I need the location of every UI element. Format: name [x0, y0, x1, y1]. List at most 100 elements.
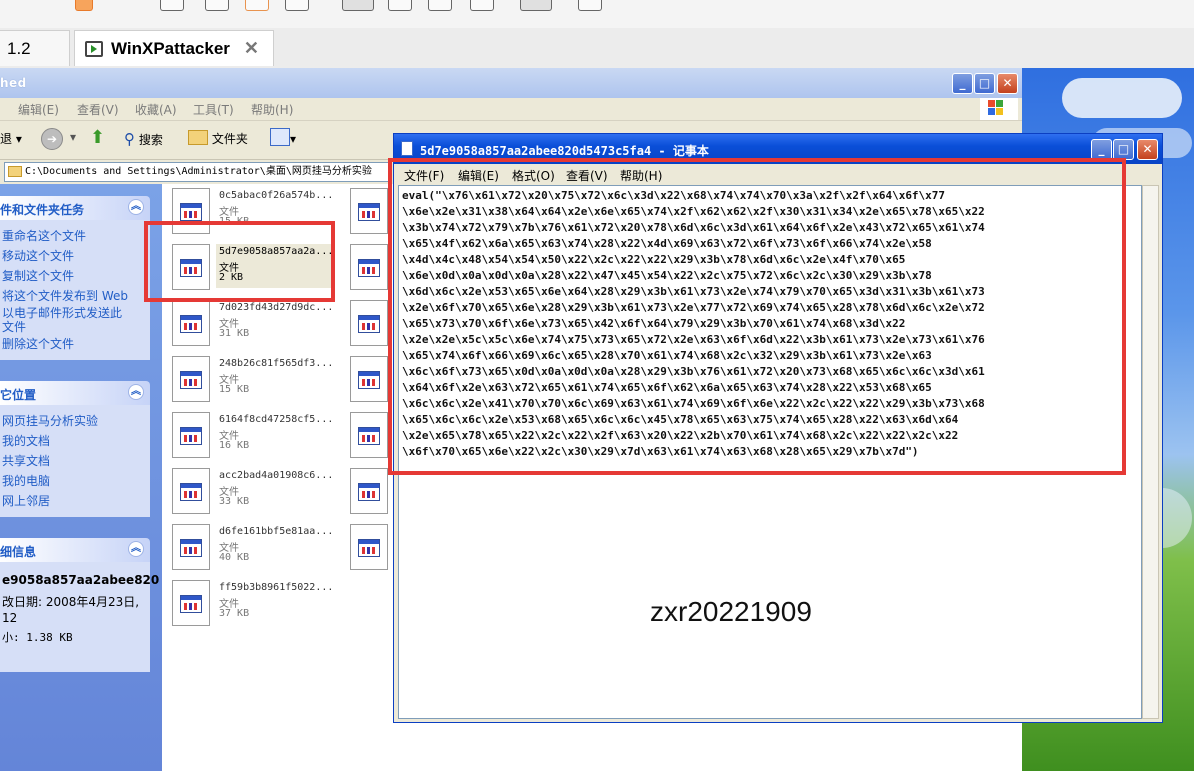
windows-logo-icon	[980, 98, 1018, 120]
library-icon[interactable]	[578, 0, 602, 11]
file-item[interactable]: 248b26c81f565df3... 文件 15 KB	[162, 356, 342, 406]
place-folder[interactable]: 网页挂马分析实验	[2, 411, 150, 431]
maximize-button[interactable]: □	[974, 73, 995, 94]
menu-view[interactable]: 查看(V)	[77, 101, 119, 118]
file-tasks-panel: 件和文件夹任务 ︽ 重命名这个文件 移动这个文件 复制这个文件 将这个文件发布到…	[0, 196, 150, 360]
task-delete[interactable]: 删除这个文件	[2, 334, 150, 354]
file-item-col2[interactable]	[340, 412, 388, 462]
explorer-menubar: ) 编辑(E) 查看(V) 收藏(A) 工具(T) 帮助(H)	[0, 98, 1022, 121]
up-folder-icon[interactable]: ⬆	[90, 127, 105, 148]
file-item-col2[interactable]	[340, 524, 388, 574]
file-item[interactable]: d6fe161bbf5e81aa... 文件 40 KB	[162, 524, 342, 574]
notepad-title: 5d7e9058a857aa2abee820d5473c5fa4 - 记事本	[420, 144, 709, 158]
file-item-col2[interactable]	[340, 356, 388, 406]
search-label: 搜索	[138, 133, 163, 147]
detail-modified: 改日期: 2008年4月23日,	[2, 595, 140, 609]
close-button[interactable]: ✕	[1137, 139, 1158, 160]
file-item[interactable]: acc2bad4a01908c6... 文件 33 KB	[162, 468, 342, 518]
explorer-titlebar[interactable]: hed _ □ ✕	[0, 68, 1022, 98]
tab-winxpattacker[interactable]: WinXPattacker ✕	[74, 30, 274, 66]
file-name: 6164f8cd47258cf5...	[219, 414, 334, 425]
console-icon[interactable]	[388, 0, 412, 11]
unity-icon[interactable]	[470, 0, 494, 11]
place-network[interactable]: 网上邻居	[2, 491, 150, 511]
file-tasks-header[interactable]: 件和文件夹任务 ︽	[0, 196, 150, 220]
fullscreen-icon[interactable]	[428, 0, 452, 11]
file-size: 37 KB	[219, 608, 250, 619]
file-name: 0c5abac0f26a574b...	[219, 190, 334, 201]
place-shared-documents[interactable]: 共享文档	[2, 451, 150, 471]
snapshot-icon[interactable]	[205, 0, 229, 11]
task-email-cont[interactable]: 文件	[2, 320, 150, 334]
revert-icon[interactable]	[245, 0, 269, 11]
folders-button[interactable]: 文件夹	[188, 130, 248, 147]
close-button[interactable]: ✕	[997, 73, 1018, 94]
maximize-button[interactable]: □	[1113, 139, 1134, 160]
detail-modified-time: 12	[2, 611, 18, 625]
detail-size: 小: 1.38 KB	[2, 631, 73, 644]
orange-tool-icon[interactable]	[75, 0, 93, 11]
place-my-documents[interactable]: 我的文档	[2, 431, 150, 451]
panel-title: 件和文件夹任务	[0, 203, 85, 217]
watermark-text: zxr20221909	[650, 596, 812, 627]
task-email[interactable]: 以电子邮件形式发送此	[2, 306, 150, 320]
file-item-col2[interactable]	[340, 244, 388, 294]
address-path: C:\Documents and Settings\Administrator\…	[25, 166, 372, 177]
folder-icon	[8, 166, 22, 177]
highlight-notepad-code	[388, 158, 1126, 475]
task-pane: 件和文件夹任务 ︽ 重命名这个文件 移动这个文件 复制这个文件 将这个文件发布到…	[0, 184, 162, 771]
executable-file-icon	[172, 580, 210, 626]
forward-dropdown-icon[interactable]: ▾	[70, 130, 76, 144]
collapse-icon[interactable]: ︽	[128, 541, 144, 557]
other-places-header[interactable]: 它位置 ︽	[0, 381, 150, 405]
collapse-icon[interactable]: ︽	[128, 199, 144, 215]
file-item[interactable]: 6164f8cd47258cf5... 文件 16 KB	[162, 412, 342, 462]
dropdown-tool-icon[interactable]	[160, 0, 184, 11]
file-item-col2[interactable]	[340, 468, 388, 518]
collapse-icon[interactable]: ︽	[128, 384, 144, 400]
file-item[interactable]: ff59b3b8961f5022... 文件 37 KB	[162, 580, 342, 630]
forward-icon[interactable]: ➔	[41, 128, 63, 150]
file-size: 15 KB	[219, 384, 250, 395]
notepad-icon	[401, 141, 413, 156]
host-toolbar	[0, 0, 1194, 29]
executable-file-icon	[172, 300, 210, 346]
executable-file-icon	[172, 524, 210, 570]
other-places-panel: 它位置 ︽ 网页挂马分析实验 我的文档 共享文档 我的电脑 网上邻居	[0, 381, 150, 517]
close-tab-icon[interactable]: ✕	[244, 38, 259, 59]
highlight-selected-file	[144, 221, 335, 302]
task-copy[interactable]: 复制这个文件	[2, 266, 150, 286]
manage-snapshot-icon[interactable]	[285, 0, 309, 11]
panel-title: 它位置	[0, 388, 37, 402]
file-item-col2[interactable]	[340, 300, 388, 350]
file-name: 7d023fd43d27d9dc...	[219, 302, 334, 313]
folder-icon	[188, 130, 208, 145]
stretch-icon[interactable]	[520, 0, 552, 11]
menu-help[interactable]: 帮助(H)	[251, 101, 293, 118]
back-button[interactable]: 退 ▾	[0, 130, 22, 147]
file-item-col2[interactable]	[340, 188, 388, 238]
search-button[interactable]: ⚲ 搜索	[124, 130, 163, 148]
back-label: 退	[0, 132, 13, 146]
executable-file-icon	[172, 356, 210, 402]
view-icon[interactable]	[342, 0, 374, 11]
file-item[interactable]: 7d023fd43d27d9dc... 文件 31 KB	[162, 300, 342, 350]
details-header[interactable]: 细信息 ︽	[0, 538, 150, 562]
address-field[interactable]: C:\Documents and Settings\Administrator\…	[4, 162, 390, 182]
place-my-computer[interactable]: 我的电脑	[2, 471, 150, 491]
details-panel: 细信息 ︽ e9058a857aa2abee820 改日期: 2008年4月23…	[0, 538, 159, 672]
menu-edit[interactable]: 编辑(E)	[18, 101, 59, 118]
tab-label: WinXPattacker	[111, 38, 230, 58]
minimize-button[interactable]: _	[1091, 139, 1112, 160]
panel-title: 细信息	[0, 545, 37, 559]
task-move[interactable]: 移动这个文件	[2, 246, 150, 266]
menu-favorites[interactable]: 收藏(A)	[135, 101, 177, 118]
views-button[interactable]: ▾	[270, 128, 296, 146]
menu-tools[interactable]: 工具(T)	[193, 101, 234, 118]
task-publish[interactable]: 将这个文件发布到 Web	[2, 286, 150, 306]
task-rename[interactable]: 重命名这个文件	[2, 226, 150, 246]
search-icon: ⚲	[124, 130, 135, 148]
tab-previous-vm[interactable]: 1.2	[0, 30, 70, 66]
vertical-scrollbar[interactable]	[1142, 185, 1159, 719]
minimize-button[interactable]: _	[952, 73, 973, 94]
